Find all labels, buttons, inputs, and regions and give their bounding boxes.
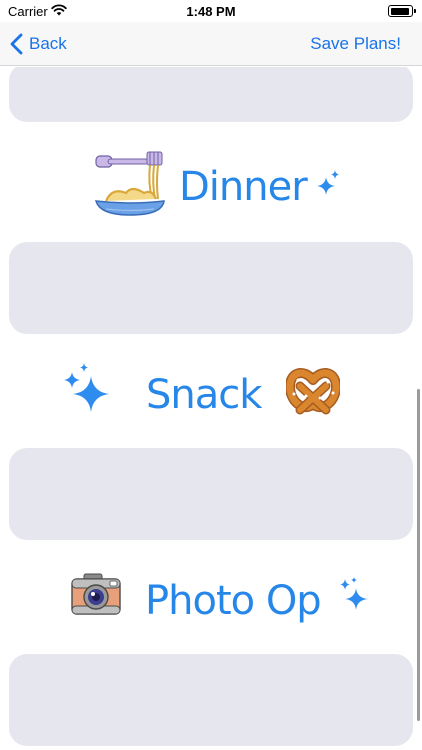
- save-plans-button[interactable]: Save Plans!: [310, 34, 401, 54]
- plan-card-snack[interactable]: [9, 448, 413, 540]
- section-title-dinner: Dinner: [179, 164, 308, 210]
- plan-card-photo-op[interactable]: [9, 654, 413, 746]
- back-button[interactable]: Back: [10, 32, 67, 56]
- sparkle-icon: [317, 170, 339, 195]
- pretzel-icon: [286, 368, 340, 415]
- camera-icon: [71, 573, 121, 615]
- section-title-snack: Snack: [146, 372, 262, 418]
- scrollbar[interactable]: [417, 389, 420, 721]
- back-label: Back: [29, 34, 67, 53]
- sparkle-icon: [64, 363, 109, 412]
- chevron-left-icon: [10, 33, 23, 55]
- noodles-icon: [94, 151, 165, 216]
- status-time: 1:48 PM: [186, 4, 236, 19]
- plan-card-dinner[interactable]: [9, 242, 413, 334]
- battery-icon: [388, 5, 416, 17]
- plan-card-top[interactable]: [9, 67, 413, 122]
- section-title-photo-op: Photo Op: [145, 578, 322, 624]
- navigation-bar: Back Save Plans!: [0, 22, 422, 66]
- plans-list[interactable]: Dinner Snack Photo Op: [0, 67, 422, 750]
- status-bar: Carrier 1:48 PM: [0, 0, 422, 22]
- sparkle-icon: [340, 577, 368, 610]
